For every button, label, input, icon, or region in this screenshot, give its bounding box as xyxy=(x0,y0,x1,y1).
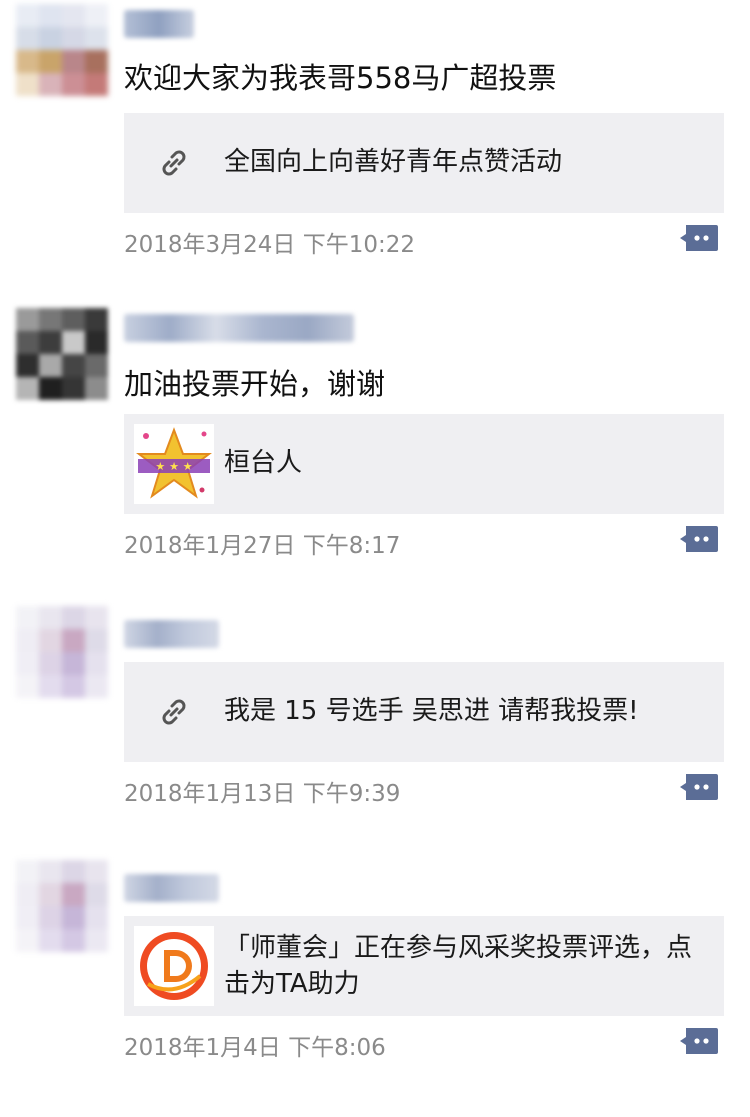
svg-text:★ ★ ★: ★ ★ ★ xyxy=(155,460,192,473)
timestamp: 2018年1月27日 下午8:17 xyxy=(124,533,401,559)
card-title: 全国向上向善好青年点赞活动 xyxy=(224,147,563,177)
avatar[interactable] xyxy=(16,308,108,400)
link-icon xyxy=(162,699,186,725)
avatar[interactable] xyxy=(16,860,108,952)
link-icon xyxy=(162,150,186,176)
shared-link-card[interactable]: 全国向上向善好青年点赞活动 xyxy=(124,113,724,213)
avatar[interactable] xyxy=(16,4,108,96)
post-text: 加油投票开始，谢谢 xyxy=(124,367,386,401)
comment-icon[interactable] xyxy=(680,525,718,553)
comment-icon[interactable] xyxy=(680,1027,718,1055)
shared-link-card[interactable]: 我是 15 号选手 吴思进 请帮我投票! xyxy=(124,662,724,762)
username[interactable] xyxy=(124,314,354,342)
card-title: 桓台人 xyxy=(224,448,303,478)
username[interactable] xyxy=(124,10,194,38)
timestamp: 2018年1月13日 下午9:39 xyxy=(124,781,401,807)
post-text: 欢迎大家为我表哥558马广超投票 xyxy=(124,61,557,95)
star-thumbnail: ★ ★ ★ xyxy=(134,424,214,504)
comment-icon[interactable] xyxy=(680,773,718,801)
comment-icon[interactable] xyxy=(680,224,718,252)
shared-link-card[interactable]: 「师董会」正在参与风采奖投票评选，点击为TA助力 xyxy=(124,916,724,1016)
shared-link-card[interactable]: ★ ★ ★ 桓台人 xyxy=(124,414,724,514)
card-title: 我是 15 号选手 吴思进 请帮我投票! xyxy=(224,696,639,726)
username[interactable] xyxy=(124,874,219,902)
d-logo-thumbnail xyxy=(134,926,214,1006)
username[interactable] xyxy=(124,620,219,648)
timestamp: 2018年1月4日 下午8:06 xyxy=(124,1035,386,1061)
timestamp: 2018年3月24日 下午10:22 xyxy=(124,232,416,258)
avatar[interactable] xyxy=(16,606,108,698)
card-title: 「师董会」正在参与风采奖投票评选，点击为TA助力 xyxy=(224,933,693,999)
